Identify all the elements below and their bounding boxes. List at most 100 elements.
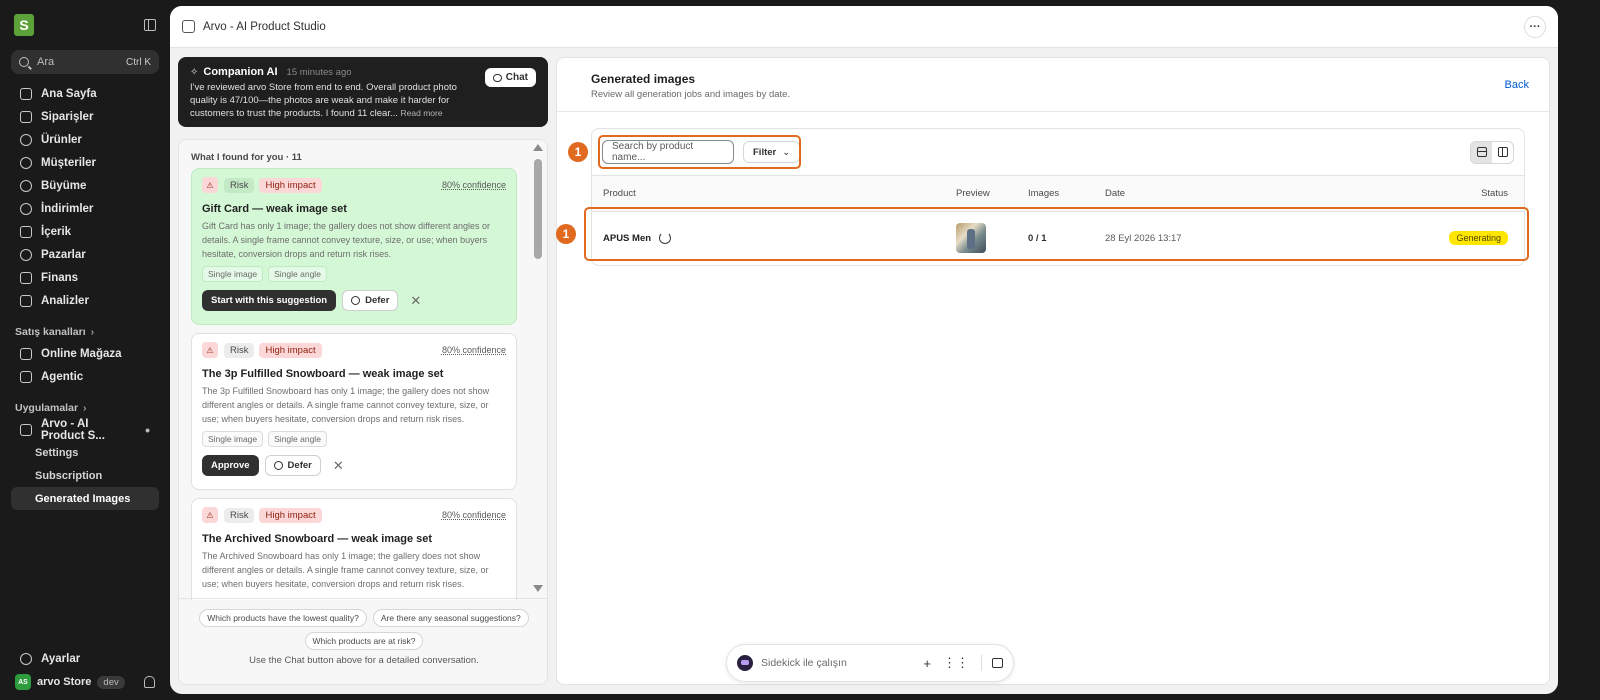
search-input[interactable]: Ara Ctrl K: [11, 50, 159, 74]
suggestion-chip[interactable]: Are there any seasonal suggestions?: [372, 609, 529, 627]
impact-tag: High impact: [259, 177, 322, 193]
dismiss-icon[interactable]: ✕: [410, 293, 421, 309]
findings-panel: What I found for you · 11 ⚠ Risk High im…: [178, 139, 548, 685]
sub-item-subscription[interactable]: Subscription: [0, 464, 170, 487]
globe-icon: [20, 248, 32, 261]
nav-label: Müşteriler: [41, 156, 96, 169]
card-chips: Single image Single angle: [202, 266, 506, 282]
nav-item-settings[interactable]: Ayarlar: [0, 647, 170, 670]
card-description: Gift Card has only 1 image; the gallery …: [202, 221, 490, 259]
main-nav: Ana Sayfa Siparişler Ürünler Müşteriler …: [0, 82, 170, 312]
nav-item-orders[interactable]: Siparişler: [0, 105, 170, 128]
sidekick-avatar-icon: [737, 655, 753, 671]
column-header: Product: [603, 188, 636, 199]
plus-icon[interactable]: +: [923, 656, 931, 671]
column-header: Images: [1028, 188, 1060, 199]
confidence-label[interactable]: 80% confidence: [442, 345, 506, 355]
sidebar-toggle-icon[interactable]: [144, 19, 156, 31]
warning-icon: ⚠: [202, 342, 218, 358]
nav-item-discounts[interactable]: İndirimler: [0, 197, 170, 220]
defer-label: Defer: [287, 460, 312, 471]
scroll-down-icon[interactable]: [532, 585, 543, 592]
suggestion-chip[interactable]: Which products have the lowest quality?: [199, 609, 367, 627]
card-actions: Approve Defer ✕: [202, 455, 506, 476]
start-suggestion-button[interactable]: Start with this suggestion: [202, 290, 337, 311]
chip: Single image: [202, 431, 264, 447]
confidence-label[interactable]: 80% confidence: [442, 510, 506, 520]
findings-list[interactable]: ⚠ Risk High impact 80% confidence Gift C…: [191, 168, 517, 600]
companion-summary: ✧ Companion AI 15 minutes ago I've revie…: [178, 57, 548, 127]
nav-item-content[interactable]: İçerik: [0, 220, 170, 243]
card-title: The Archived Snowboard — weak image set: [202, 533, 433, 545]
nav-item-agentic[interactable]: Agentic: [0, 365, 170, 388]
list-view-button[interactable]: [1471, 141, 1492, 163]
column-header: Preview: [956, 188, 990, 199]
nav-item-markets[interactable]: Pazarlar: [0, 243, 170, 266]
orders-icon: [20, 110, 32, 123]
suggestion-row: Which products are at risk?: [179, 632, 547, 650]
defer-label: Defer: [365, 295, 390, 306]
card-top: ⚠ Risk High impact 80% confidence: [202, 342, 506, 358]
agentic-icon: [20, 370, 32, 383]
search-shortcut: Ctrl K: [126, 56, 151, 68]
more-actions-button[interactable]: ···: [1524, 15, 1546, 38]
panel-toggle-icon[interactable]: [992, 658, 1003, 668]
card-description: The Archived Snowboard has only 1 image;…: [202, 551, 489, 589]
warning-icon: ⚠: [202, 507, 218, 523]
nav-item-analytics[interactable]: Analizler: [0, 289, 170, 312]
nav-label: Finans: [41, 271, 79, 284]
store-switcher[interactable]: AS arvo Store dev: [0, 670, 170, 694]
chat-button[interactable]: Chat: [484, 68, 536, 87]
companion-message: I've reviewed arvo Store from end to end…: [190, 81, 480, 120]
scroll-up-icon[interactable]: [532, 144, 543, 151]
sales-channels-section[interactable]: Satış kanalları ›: [0, 322, 170, 342]
defer-button[interactable]: Defer: [342, 290, 399, 311]
findings-scrollbar[interactable]: [532, 144, 543, 592]
nav-label: Büyüme: [41, 179, 87, 192]
annotation-marker: 1: [556, 224, 576, 244]
shopify-logo-icon[interactable]: S: [14, 14, 34, 36]
card-description: The 3p Fulfilled Snowboard has only 1 im…: [202, 386, 490, 424]
sub-item-generated-images[interactable]: Generated Images: [11, 487, 159, 510]
chat-label: Chat: [505, 72, 528, 83]
sub-item-settings[interactable]: Settings: [0, 441, 170, 464]
panel-subtitle: Review all generation jobs and images by…: [591, 89, 791, 100]
nav-item-online-store[interactable]: Online Mağaza: [0, 342, 170, 365]
rows-icon: [1476, 147, 1487, 157]
nav-item-growth[interactable]: Büyüme: [0, 174, 170, 197]
nav-item-finance[interactable]: Finans: [0, 266, 170, 289]
discount-icon: [20, 202, 32, 215]
dismiss-icon[interactable]: ✕: [333, 458, 344, 474]
nav-label: Siparişler: [41, 110, 94, 123]
nav-item-home[interactable]: Ana Sayfa: [0, 82, 170, 105]
nav-label: Agentic: [41, 370, 84, 383]
column-header: Status: [1481, 188, 1508, 199]
warning-icon: ⚠: [202, 177, 218, 193]
approve-button[interactable]: Approve: [202, 455, 259, 476]
nav-item-products[interactable]: Ürünler: [0, 128, 170, 151]
panel-title: Generated images: [591, 72, 696, 86]
sidekick-bar[interactable]: Sidekick ile çalışın + ⋮⋮: [726, 644, 1014, 682]
read-more-link[interactable]: Read more: [401, 108, 443, 118]
voice-icon[interactable]: ⋮⋮: [943, 655, 969, 671]
suggestion-chip[interactable]: Which products are at risk?: [304, 632, 424, 650]
back-link[interactable]: Back: [1505, 79, 1529, 91]
clock-icon: [351, 296, 361, 305]
apps-section[interactable]: Uygulamalar ›: [0, 398, 170, 418]
panel-header: Generated images Review all generation j…: [557, 58, 1549, 112]
content-icon: [20, 225, 32, 238]
nav-item-customers[interactable]: Müşteriler: [0, 151, 170, 174]
confidence-label[interactable]: 80% confidence: [442, 180, 506, 190]
chevron-right-icon: ›: [90, 326, 95, 338]
grid-view-button[interactable]: [1492, 142, 1513, 163]
nav-item-arvo-app[interactable]: Arvo - AI Product S... •: [0, 418, 170, 442]
card-actions: Start with this suggestion Defer ✕: [202, 290, 506, 311]
annotation-marker: 1: [568, 142, 588, 162]
sidebar-top: S: [0, 0, 170, 50]
sidekick-input[interactable]: Sidekick ile çalışın: [761, 657, 911, 669]
scroll-thumb[interactable]: [533, 159, 542, 259]
risk-tag: Risk: [224, 177, 255, 193]
store-icon: [20, 347, 32, 360]
bell-icon[interactable]: [144, 676, 155, 688]
defer-button[interactable]: Defer: [264, 455, 321, 476]
